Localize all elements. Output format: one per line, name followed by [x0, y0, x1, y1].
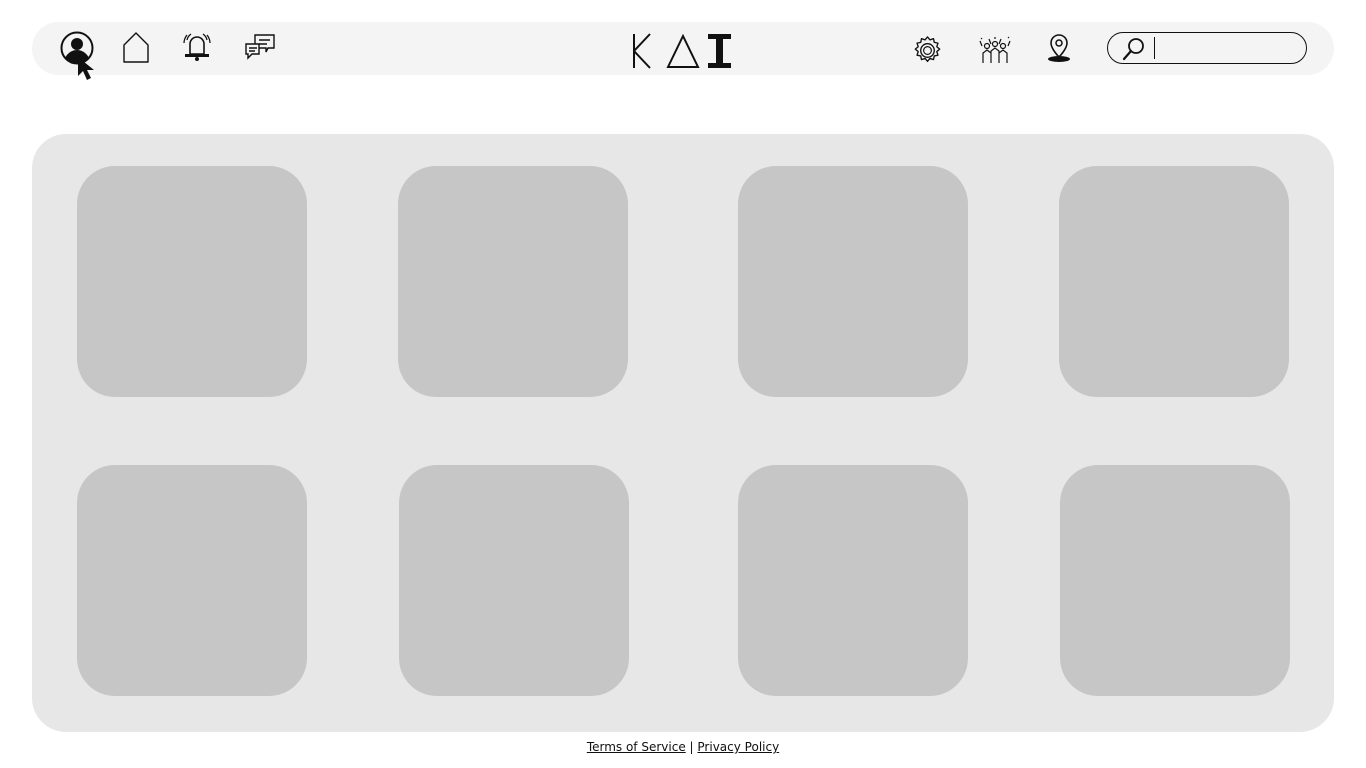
grid-tile[interactable] — [77, 465, 307, 696]
kai-logo — [633, 33, 733, 69]
footer-separator: | — [689, 740, 694, 754]
mouse-pointer-icon — [76, 56, 98, 82]
terms-of-service-link[interactable]: Terms of Service — [587, 740, 686, 754]
search-icon[interactable] — [1122, 37, 1146, 61]
footer: Terms of Service | Privacy Policy — [0, 740, 1366, 754]
community-icon[interactable] — [978, 36, 1012, 64]
grid-tile[interactable] — [398, 166, 628, 397]
search-input[interactable] — [1154, 37, 1299, 59]
messages-icon[interactable] — [244, 32, 276, 62]
search-box[interactable] — [1107, 32, 1307, 64]
grid-tile[interactable] — [1060, 465, 1290, 696]
home-icon[interactable] — [122, 31, 150, 64]
grid-tile[interactable] — [399, 465, 629, 696]
grid-tile[interactable] — [738, 166, 968, 397]
grid-tile[interactable] — [738, 465, 968, 696]
notification-bell-icon[interactable] — [182, 31, 212, 62]
location-pin-icon[interactable] — [1046, 33, 1072, 63]
gear-icon[interactable] — [912, 35, 943, 66]
grid-tile[interactable] — [1059, 166, 1289, 397]
privacy-policy-link[interactable]: Privacy Policy — [697, 740, 779, 754]
grid-tile[interactable] — [77, 166, 307, 397]
